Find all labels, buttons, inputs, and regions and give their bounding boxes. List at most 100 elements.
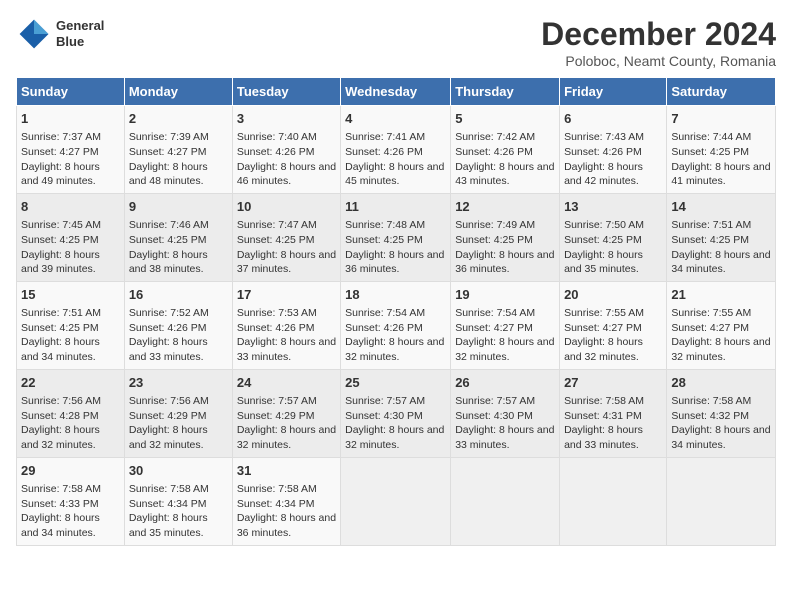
- day-number: 26: [455, 374, 555, 392]
- day-number: 9: [129, 198, 228, 216]
- page-header: GeneralBlue December 2024 Poloboc, Neamt…: [16, 16, 776, 69]
- week-row-1: 1 Sunrise: 7:37 AMSunset: 4:27 PMDaylight…: [17, 106, 776, 194]
- logo: GeneralBlue: [16, 16, 104, 52]
- calendar-cell: 19 Sunrise: 7:54 AMSunset: 4:27 PMDayligh…: [451, 281, 560, 369]
- day-number: 22: [21, 374, 120, 392]
- cell-info: Sunrise: 7:58 AMSunset: 4:34 PMDaylight:…: [129, 482, 228, 541]
- cell-info: Sunrise: 7:57 AMSunset: 4:30 PMDaylight:…: [455, 394, 555, 453]
- calendar-cell: 14Sunrise: 7:51 AMSunset: 4:25 PMDayligh…: [667, 193, 776, 281]
- logo-text: GeneralBlue: [56, 18, 104, 49]
- cell-info: Sunrise: 7:58 AMSunset: 4:32 PMDaylight:…: [671, 394, 771, 453]
- day-number: 28: [671, 374, 771, 392]
- header-cell-saturday: Saturday: [667, 78, 776, 106]
- calendar-cell: 4 Sunrise: 7:41 AMSunset: 4:26 PMDaylight…: [341, 106, 451, 194]
- calendar-cell: [341, 457, 451, 545]
- cell-info: Sunrise: 7:54 AMSunset: 4:27 PMDaylight:…: [455, 306, 555, 365]
- location-subtitle: Poloboc, Neamt County, Romania: [541, 53, 776, 69]
- header-cell-tuesday: Tuesday: [232, 78, 340, 106]
- cell-info: Sunrise: 7:57 AMSunset: 4:30 PMDaylight:…: [345, 394, 446, 453]
- cell-info: Sunrise: 7:49 AMSunset: 4:25 PMDaylight:…: [455, 218, 555, 277]
- day-number: 7: [671, 110, 771, 128]
- cell-info: Sunrise: 7:56 AMSunset: 4:28 PMDaylight:…: [21, 394, 120, 453]
- cell-info: Sunrise: 7:40 AMSunset: 4:26 PMDaylight:…: [237, 130, 336, 189]
- calendar-cell: 10 Sunrise: 7:47 AMSunset: 4:25 PMDayligh…: [232, 193, 340, 281]
- calendar-cell: 21Sunrise: 7:55 AMSunset: 4:27 PMDayligh…: [667, 281, 776, 369]
- cell-info: Sunrise: 7:48 AMSunset: 4:25 PMDaylight:…: [345, 218, 446, 277]
- calendar-cell: 3Sunrise: 7:40 AMSunset: 4:26 PMDaylight…: [232, 106, 340, 194]
- day-number: 19: [455, 286, 555, 304]
- cell-info: Sunrise: 7:56 AMSunset: 4:29 PMDaylight:…: [129, 394, 228, 453]
- cell-info: Sunrise: 7:42 AMSunset: 4:26 PMDaylight:…: [455, 130, 555, 189]
- calendar-cell: 28 Sunrise: 7:58 AMSunset: 4:32 PMDayligh…: [667, 369, 776, 457]
- day-number: 29: [21, 462, 120, 480]
- calendar-cell: 26 Sunrise: 7:57 AMSunset: 4:30 PMDayligh…: [451, 369, 560, 457]
- day-number: 5: [455, 110, 555, 128]
- day-number: 23: [129, 374, 228, 392]
- calendar-cell: 5 Sunrise: 7:42 AMSunset: 4:26 PMDaylight…: [451, 106, 560, 194]
- header-cell-wednesday: Wednesday: [341, 78, 451, 106]
- day-number: 25: [345, 374, 446, 392]
- cell-info: Sunrise: 7:58 AMSunset: 4:31 PMDaylight:…: [564, 394, 662, 453]
- week-row-5: 29Sunrise: 7:58 AMSunset: 4:33 PMDayligh…: [17, 457, 776, 545]
- calendar-cell: 29Sunrise: 7:58 AMSunset: 4:33 PMDayligh…: [17, 457, 125, 545]
- calendar-cell: 20 Sunrise: 7:55 AMSunset: 4:27 PMDayligh…: [560, 281, 667, 369]
- cell-info: Sunrise: 7:39 AMSunset: 4:27 PMDaylight:…: [129, 130, 228, 189]
- calendar-table: SundayMondayTuesdayWednesdayThursdayFrid…: [16, 77, 776, 546]
- header-cell-monday: Monday: [124, 78, 232, 106]
- month-title: December 2024: [541, 16, 776, 53]
- day-number: 8: [21, 198, 120, 216]
- calendar-cell: 24 Sunrise: 7:57 AMSunset: 4:29 PMDayligh…: [232, 369, 340, 457]
- day-number: 30: [129, 462, 228, 480]
- calendar-cell: 8 Sunrise: 7:45 AMSunset: 4:25 PMDaylight…: [17, 193, 125, 281]
- cell-info: Sunrise: 7:51 AMSunset: 4:25 PMDaylight:…: [21, 306, 120, 365]
- day-number: 10: [237, 198, 336, 216]
- cell-info: Sunrise: 7:53 AMSunset: 4:26 PMDaylight:…: [237, 306, 336, 365]
- header-cell-thursday: Thursday: [451, 78, 560, 106]
- cell-info: Sunrise: 7:37 AMSunset: 4:27 PMDaylight:…: [21, 130, 120, 189]
- calendar-cell: [560, 457, 667, 545]
- calendar-cell: 27 Sunrise: 7:58 AMSunset: 4:31 PMDayligh…: [560, 369, 667, 457]
- calendar-cell: 18Sunrise: 7:54 AMSunset: 4:26 PMDayligh…: [341, 281, 451, 369]
- day-number: 18: [345, 286, 446, 304]
- day-number: 11: [345, 198, 446, 216]
- calendar-cell: 6Sunrise: 7:43 AMSunset: 4:26 PMDaylight…: [560, 106, 667, 194]
- header-cell-friday: Friday: [560, 78, 667, 106]
- cell-info: Sunrise: 7:45 AMSunset: 4:25 PMDaylight:…: [21, 218, 120, 277]
- calendar-cell: 31Sunrise: 7:58 AMSunset: 4:34 PMDayligh…: [232, 457, 340, 545]
- day-number: 2: [129, 110, 228, 128]
- calendar-cell: 1 Sunrise: 7:37 AMSunset: 4:27 PMDaylight…: [17, 106, 125, 194]
- calendar-cell: 9 Sunrise: 7:46 AMSunset: 4:25 PMDaylight…: [124, 193, 232, 281]
- cell-info: Sunrise: 7:41 AMSunset: 4:26 PMDaylight:…: [345, 130, 446, 189]
- title-area: December 2024 Poloboc, Neamt County, Rom…: [541, 16, 776, 69]
- cell-info: Sunrise: 7:57 AMSunset: 4:29 PMDaylight:…: [237, 394, 336, 453]
- week-row-4: 22 Sunrise: 7:56 AMSunset: 4:28 PMDayligh…: [17, 369, 776, 457]
- week-row-2: 8 Sunrise: 7:45 AMSunset: 4:25 PMDaylight…: [17, 193, 776, 281]
- day-number: 20: [564, 286, 662, 304]
- calendar-cell: 2 Sunrise: 7:39 AMSunset: 4:27 PMDaylight…: [124, 106, 232, 194]
- day-number: 15: [21, 286, 120, 304]
- calendar-cell: [667, 457, 776, 545]
- week-row-3: 15 Sunrise: 7:51 AMSunset: 4:25 PMDayligh…: [17, 281, 776, 369]
- calendar-cell: 17Sunrise: 7:53 AMSunset: 4:26 PMDayligh…: [232, 281, 340, 369]
- cell-info: Sunrise: 7:55 AMSunset: 4:27 PMDaylight:…: [564, 306, 662, 365]
- cell-info: Sunrise: 7:46 AMSunset: 4:25 PMDaylight:…: [129, 218, 228, 277]
- day-number: 31: [237, 462, 336, 480]
- header-row: SundayMondayTuesdayWednesdayThursdayFrid…: [17, 78, 776, 106]
- calendar-cell: 11 Sunrise: 7:48 AMSunset: 4:25 PMDayligh…: [341, 193, 451, 281]
- calendar-cell: [451, 457, 560, 545]
- calendar-cell: 25 Sunrise: 7:57 AMSunset: 4:30 PMDayligh…: [341, 369, 451, 457]
- cell-info: Sunrise: 7:55 AMSunset: 4:27 PMDaylight:…: [671, 306, 771, 365]
- calendar-cell: 13 Sunrise: 7:50 AMSunset: 4:25 PMDayligh…: [560, 193, 667, 281]
- cell-info: Sunrise: 7:47 AMSunset: 4:25 PMDaylight:…: [237, 218, 336, 277]
- day-number: 13: [564, 198, 662, 216]
- logo-icon: [16, 16, 52, 52]
- day-number: 24: [237, 374, 336, 392]
- calendar-cell: 30 Sunrise: 7:58 AMSunset: 4:34 PMDayligh…: [124, 457, 232, 545]
- day-number: 27: [564, 374, 662, 392]
- calendar-cell: 15 Sunrise: 7:51 AMSunset: 4:25 PMDayligh…: [17, 281, 125, 369]
- cell-info: Sunrise: 7:50 AMSunset: 4:25 PMDaylight:…: [564, 218, 662, 277]
- calendar-cell: 16Sunrise: 7:52 AMSunset: 4:26 PMDayligh…: [124, 281, 232, 369]
- day-number: 1: [21, 110, 120, 128]
- day-number: 4: [345, 110, 446, 128]
- day-number: 6: [564, 110, 662, 128]
